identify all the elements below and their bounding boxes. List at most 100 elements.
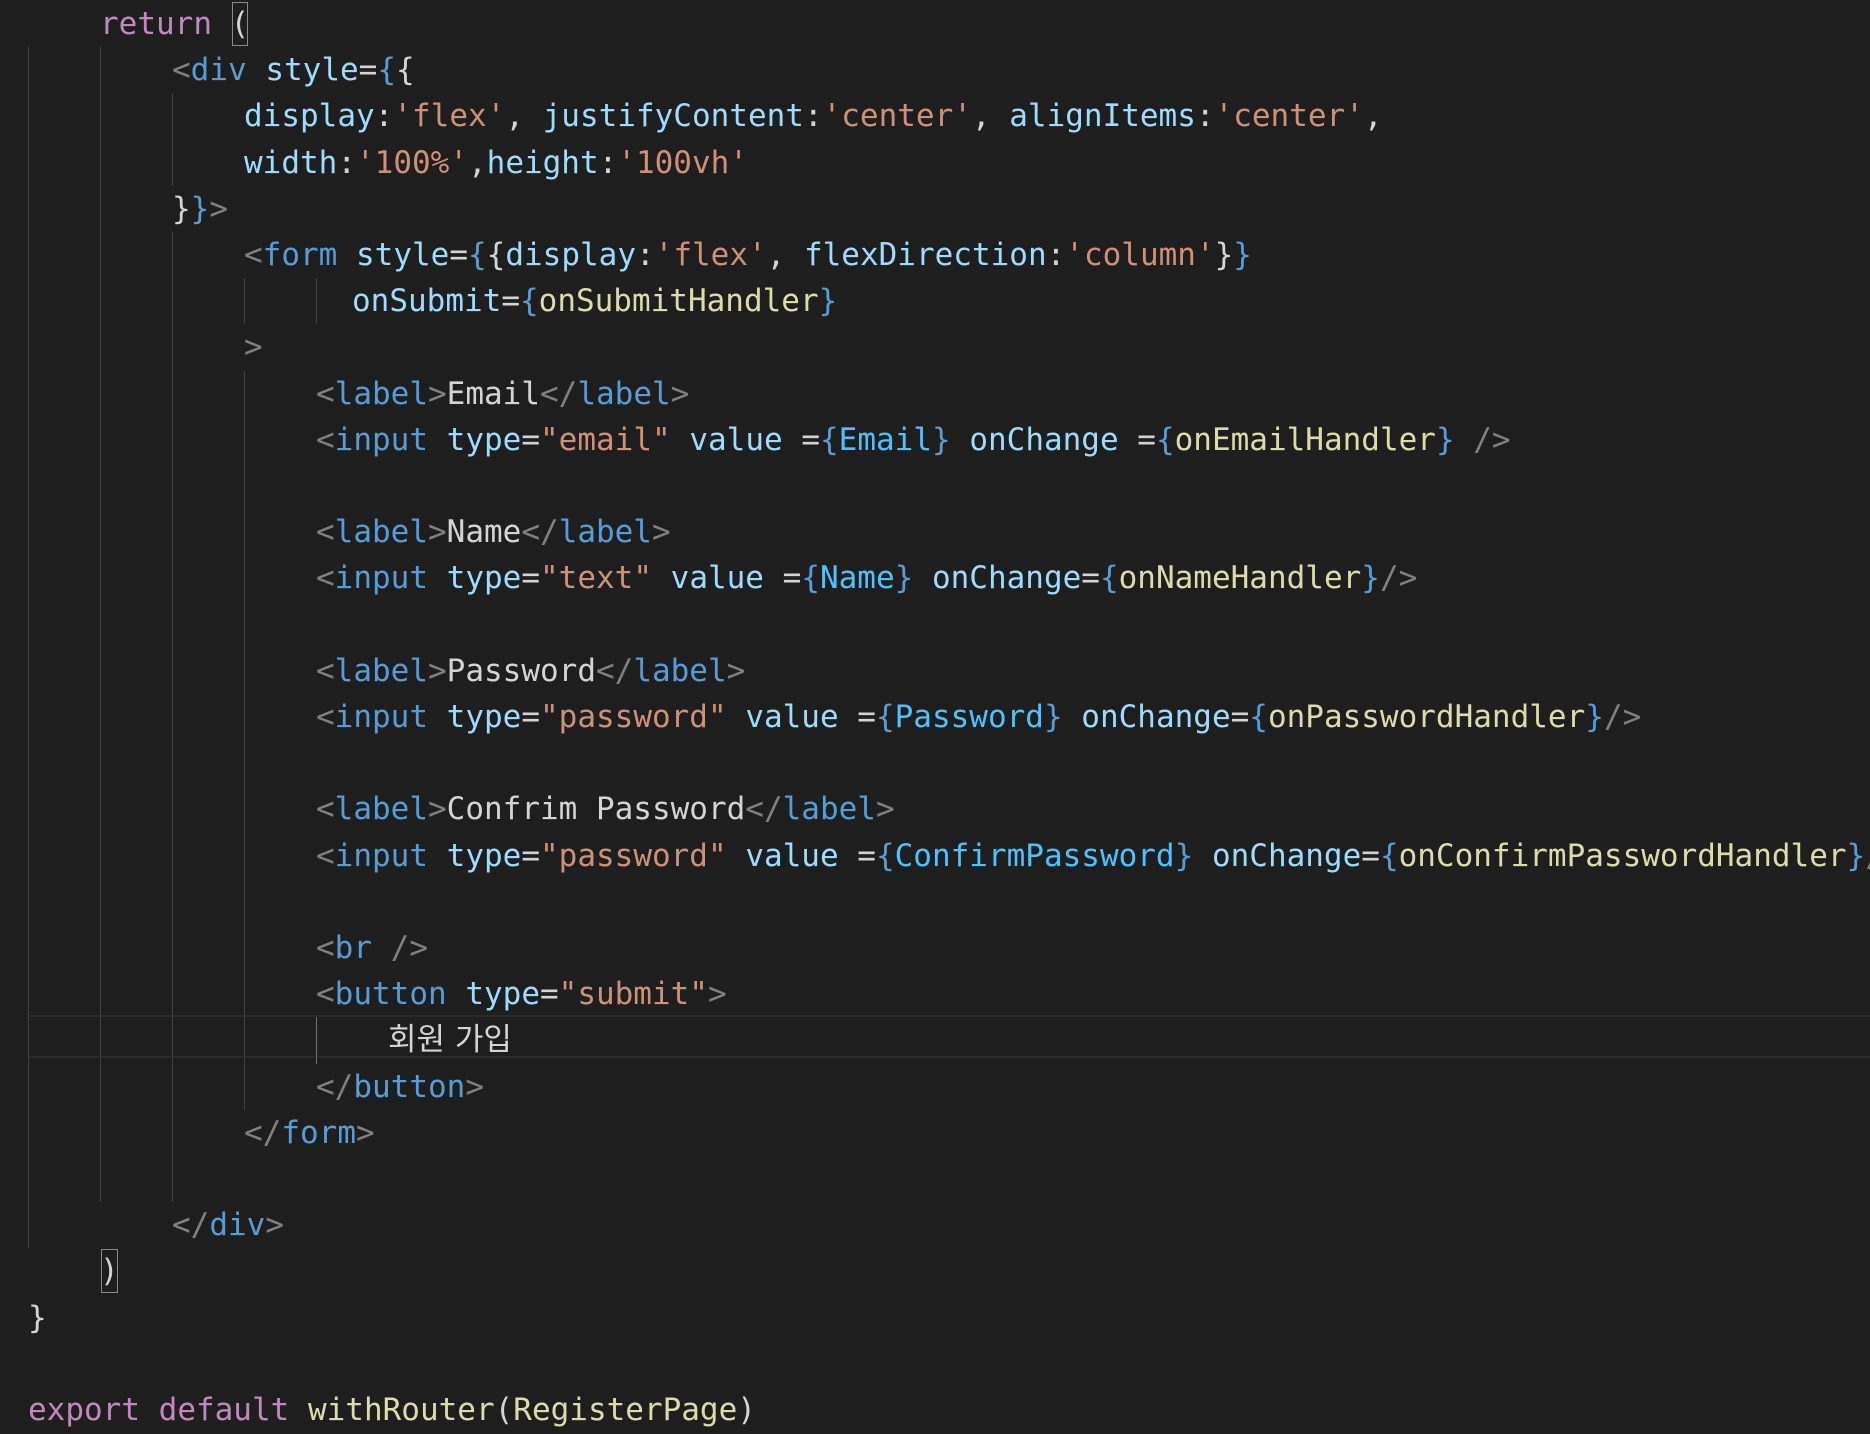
code-token: Password — [894, 699, 1044, 735]
code-line[interactable]: <label>Password</label> — [316, 648, 745, 694]
indent-guide-line — [244, 278, 245, 325]
code-token: 'center' — [1214, 98, 1364, 135]
code-line[interactable]: onSubmit={onSubmitHandler} — [352, 278, 837, 324]
code-line[interactable]: <label>Confrim Password</label> — [316, 786, 895, 832]
code-token: = — [1230, 699, 1250, 735]
code-line[interactable]: } — [28, 1295, 47, 1341]
code-line[interactable]: </form> — [244, 1110, 375, 1156]
code-line[interactable]: <label>Name</label> — [316, 509, 671, 555]
code-line[interactable]: <button type="submit"> — [316, 971, 727, 1017]
code-token: "password" — [540, 837, 727, 874]
code-token: = — [521, 560, 540, 597]
code-line[interactable]: </button> — [316, 1064, 484, 1110]
indent-guide-line — [172, 93, 173, 186]
code-line[interactable]: <input type="password" value ={ConfirmPa… — [316, 833, 1870, 879]
code-token: </ — [595, 652, 634, 689]
code-line[interactable]: width:'100%',height:'100vh' — [244, 140, 748, 186]
code-token: > — [428, 375, 447, 412]
code-token: } — [894, 560, 914, 597]
code-token: { — [396, 52, 415, 89]
code-line[interactable]: </div> — [172, 1202, 284, 1248]
code-line[interactable]: 회원 가입 — [388, 1017, 512, 1063]
code-token: onNameHandler — [1118, 560, 1362, 597]
code-token: type — [446, 699, 522, 735]
code-token: type — [446, 560, 522, 597]
code-line[interactable]: ) — [100, 1248, 119, 1294]
code-token: Name — [446, 514, 522, 551]
code-token: > — [726, 652, 746, 689]
code-token: : — [1046, 237, 1066, 273]
code-token: ( — [494, 1392, 514, 1428]
code-token: > — [428, 791, 447, 828]
indent-guide-line — [28, 47, 29, 1249]
code-token: value — [745, 699, 839, 735]
code-token: > — [265, 1207, 284, 1244]
code-token: } — [1233, 237, 1252, 273]
code-token: ) — [737, 1392, 756, 1428]
code-token: ConfirmPassword — [894, 837, 1175, 874]
code-line[interactable]: <input type="email" value ={Email} onCha… — [316, 417, 1511, 463]
code-line[interactable]: return ( — [100, 1, 249, 47]
code-token: : — [803, 98, 823, 135]
code-editor[interactable]: return (<div style={{display:'flex', jus… — [0, 0, 1870, 1434]
code-line[interactable]: <label>Email</label> — [316, 371, 689, 417]
code-token: label — [782, 791, 876, 828]
code-token: display — [505, 237, 636, 273]
code-token: = — [449, 237, 468, 273]
code-token: label — [334, 375, 428, 412]
code-token: } — [931, 421, 951, 458]
code-token: = — [358, 52, 378, 89]
code-token: : — [1195, 98, 1215, 135]
code-token: : — [636, 237, 655, 273]
code-token: onChange — [1211, 837, 1362, 874]
code-token: onConfirmPasswordHandler — [1398, 837, 1847, 874]
code-line[interactable]: > — [244, 324, 263, 370]
code-token: , — [467, 144, 487, 181]
code-token: </ — [172, 1207, 210, 1244]
code-token: RegisterPage — [513, 1392, 738, 1428]
code-line[interactable]: <form style={{display:'flex', flexDirect… — [244, 232, 1252, 278]
code-line[interactable]: <input type="text" value ={Name} onChang… — [316, 555, 1417, 601]
code-token: form — [262, 237, 338, 273]
code-token: Password — [446, 652, 596, 689]
code-line[interactable]: export default withRouter(RegisterPage) — [28, 1387, 756, 1433]
code-line[interactable]: <br /> — [316, 925, 428, 971]
code-line[interactable]: }}> — [172, 186, 228, 232]
code-line[interactable]: <input type="password" value ={Password}… — [316, 694, 1641, 740]
code-token: /> — [1865, 838, 1870, 874]
code-token: : — [337, 144, 356, 181]
code-line[interactable]: display:'flex', justifyContent:'center',… — [244, 93, 1383, 139]
code-token: 회원 가입 — [388, 1022, 512, 1059]
code-token: div — [209, 1207, 266, 1244]
code-token: onChange — [969, 421, 1119, 458]
code-token: Email — [446, 375, 540, 412]
code-line[interactable]: <div style={{ — [172, 47, 415, 93]
code-token: } — [1214, 237, 1234, 273]
code-token: < — [172, 52, 191, 89]
code-token: < — [316, 976, 335, 1013]
code-token: = — [521, 421, 540, 458]
code-token: button — [334, 976, 447, 1013]
code-token: /> — [1603, 699, 1642, 735]
code-token: { — [1379, 837, 1399, 874]
code-token: { — [875, 837, 895, 874]
matched-bracket: ) — [100, 1248, 119, 1294]
code-token: < — [316, 791, 335, 828]
code-token: 'flex' — [654, 237, 767, 273]
code-token: "email" — [540, 421, 671, 458]
code-token: , — [1363, 98, 1383, 135]
code-token: value — [689, 421, 783, 458]
code-token: withRouter — [307, 1392, 495, 1428]
code-token: "text" — [540, 560, 652, 597]
code-token: , — [505, 98, 543, 135]
code-token: value — [670, 560, 764, 597]
